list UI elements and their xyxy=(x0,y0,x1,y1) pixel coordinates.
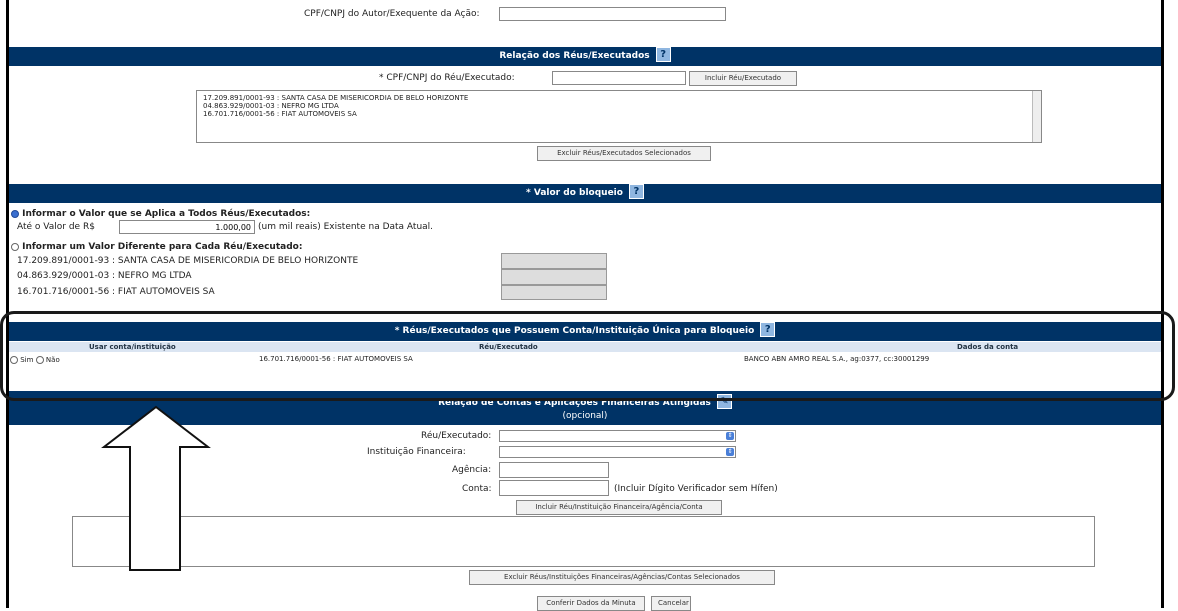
valor-title: * Valor do bloqueio xyxy=(526,188,623,198)
right-border xyxy=(1161,0,1164,608)
option-all-row: Informar o Valor que se Aplica a Todos R… xyxy=(11,209,310,219)
autor-label: CPF/CNPJ do Autor/Exequente da Ação: xyxy=(304,9,480,19)
valor-header: * Valor do bloqueio? xyxy=(9,184,1161,203)
option-all-radio[interactable] xyxy=(11,209,19,218)
valor-input[interactable] xyxy=(119,220,255,234)
chevron-down-icon: ⇕ xyxy=(726,432,734,440)
help-icon[interactable]: ? xyxy=(655,47,671,62)
option-each-label: Informar um Valor Diferente para Cada Ré… xyxy=(22,242,303,252)
option-each-row: Informar um Valor Diferente para Cada Ré… xyxy=(11,242,302,252)
list-item[interactable]: 16.701.716/0001-56 : FIAT AUTOMOVEIS SA xyxy=(203,110,1035,118)
contas-reu-select[interactable]: ⇕ xyxy=(499,430,736,442)
valor-row-input[interactable] xyxy=(501,285,607,300)
ate-label: Até o Valor de R$ xyxy=(17,222,95,232)
contas-inst-select[interactable]: ⇕ xyxy=(499,446,736,458)
contas-listbox[interactable] xyxy=(72,516,1095,567)
reus-header: Relação dos Réus/Executados? xyxy=(9,47,1161,66)
up-arrow-icon xyxy=(101,405,211,571)
reus-title: Relação dos Réus/Executados xyxy=(499,51,650,61)
option-each-radio[interactable] xyxy=(11,242,19,251)
reus-listbox[interactable]: 17.209.891/0001-93 : SANTA CASA DE MISER… xyxy=(196,90,1042,143)
chevron-down-icon: ⇕ xyxy=(726,448,734,456)
reu-cpf-label: * CPF/CNPJ do Réu/Executado: xyxy=(379,73,515,83)
help-icon[interactable]: ? xyxy=(628,184,644,199)
highlight-box xyxy=(0,311,1175,401)
valor-row-name: 17.209.891/0001-93 : SANTA CASA DE MISER… xyxy=(17,256,359,266)
valor-row-input[interactable] xyxy=(501,253,607,269)
agencia-input[interactable] xyxy=(499,462,609,478)
add-conta-button[interactable]: Incluir Réu/Instituição Financeira/Agênc… xyxy=(516,500,722,515)
option-all-label: Informar o Valor que se Aplica a Todos R… xyxy=(22,209,311,219)
list-item[interactable]: 17.209.891/0001-93 : SANTA CASA DE MISER… xyxy=(203,94,1035,102)
agencia-label: Agência: xyxy=(452,465,492,475)
valor-extenso: (um mil reais) Existente na Data Atual. xyxy=(258,222,434,232)
contas-inst-label: Instituição Financeira: xyxy=(367,447,466,457)
scrollbar[interactable] xyxy=(1032,91,1041,142)
conta-label: Conta: xyxy=(462,484,492,494)
contas-subtitle: (opcional) xyxy=(562,411,608,421)
remove-reus-button[interactable]: Excluir Réus/Executados Selecionados xyxy=(537,146,711,161)
conta-input[interactable] xyxy=(499,480,609,496)
valor-row-name: 04.863.929/0001-03 : NEFRO MG LTDA xyxy=(17,271,192,281)
reu-cpf-input[interactable] xyxy=(552,71,686,85)
autor-cpf-input[interactable] xyxy=(499,7,726,21)
remove-contas-button[interactable]: Excluir Réus/Instituições Financeiras/Ag… xyxy=(469,570,775,585)
conta-hint: (Incluir Dígito Verificador sem Hífen) xyxy=(614,484,778,494)
valor-row-input[interactable] xyxy=(501,269,607,285)
confirm-button[interactable]: Conferir Dados da Minuta xyxy=(537,596,645,611)
valor-row-name: 16.701.716/0001-56 : FIAT AUTOMOVEIS SA xyxy=(17,287,215,297)
add-reu-button[interactable]: Incluir Réu/Executado xyxy=(689,71,797,86)
list-item[interactable]: 04.863.929/0001-03 : NEFRO MG LTDA xyxy=(203,102,1035,110)
cancel-button[interactable]: Cancelar xyxy=(651,596,691,611)
contas-reu-label: Réu/Executado: xyxy=(421,431,492,441)
